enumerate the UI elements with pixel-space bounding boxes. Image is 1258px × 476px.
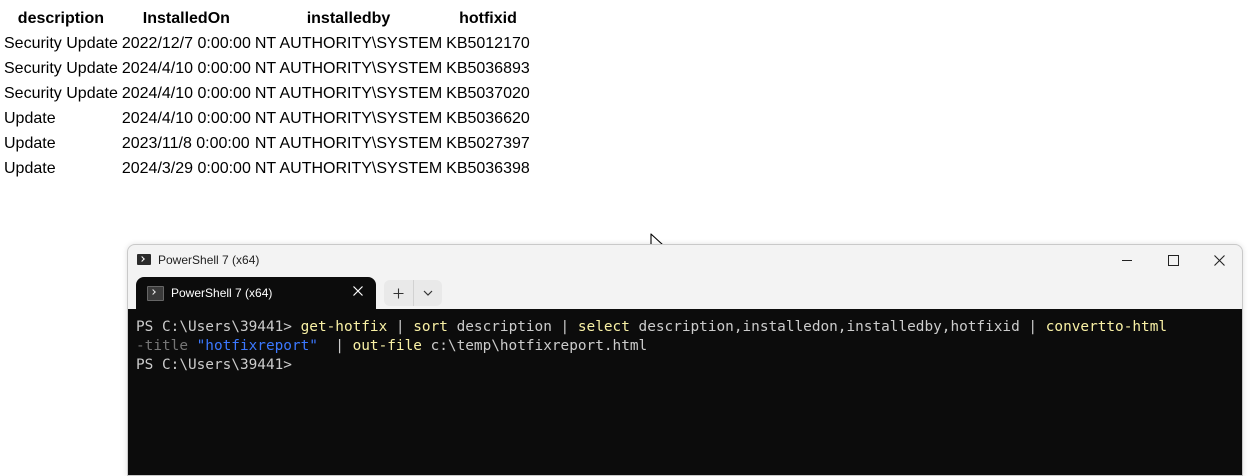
cell-description: Security Update <box>4 35 118 52</box>
tab-close-icon[interactable] <box>352 285 364 297</box>
table-row: Update 2023/11/8 0:00:00 NT AUTHORITY\SY… <box>2 131 532 156</box>
cell-installedon: 2024/4/10 0:00:00 <box>121 85 251 102</box>
maximize-button[interactable] <box>1150 245 1196 275</box>
powershell-icon <box>147 286 164 301</box>
chevron-down-icon <box>423 290 433 296</box>
cell-description: Security Update <box>4 85 118 102</box>
new-tab-button[interactable] <box>384 280 414 306</box>
close-window-button[interactable] <box>1196 245 1242 275</box>
cell-installedby: NT AUTHORITY\SYSTEM <box>254 85 443 102</box>
parameter-title: -title <box>136 338 188 354</box>
console-output[interactable]: PS C:\Users\39441> get-hotfix | sort des… <box>128 309 1242 475</box>
close-icon <box>1213 254 1225 266</box>
argument: description | <box>447 319 578 335</box>
cell-hotfixid: KB5027397 <box>446 135 530 152</box>
tab-powershell[interactable]: PowerShell 7 (x64) <box>136 277 376 309</box>
cell-installedby: NT AUTHORITY\SYSTEM <box>254 35 443 52</box>
table-row: Security Update 2024/4/10 0:00:00 NT AUT… <box>2 81 532 106</box>
title-bar[interactable]: PowerShell 7 (x64) <box>128 245 1242 277</box>
pipe: | <box>387 319 414 335</box>
plus-icon <box>393 288 404 298</box>
table-header-row: description InstalledOn installedby hotf… <box>2 6 532 31</box>
cell-installedby: NT AUTHORITY\SYSTEM <box>254 60 443 77</box>
powershell-icon <box>137 254 151 265</box>
cell-hotfixid: KB5036398 <box>446 160 530 177</box>
cell-installedon: 2022/12/7 0:00:00 <box>121 35 251 52</box>
new-tab-group <box>384 280 442 306</box>
pipe: | <box>317 338 353 354</box>
cell-installedby: NT AUTHORITY\SYSTEM <box>254 135 443 152</box>
string-argument: "hotfixreport" <box>187 338 318 354</box>
minimize-icon <box>1122 259 1132 261</box>
prompt: PS C:\Users\39441> <box>136 357 292 373</box>
tab-label: PowerShell 7 (x64) <box>171 286 273 300</box>
window-title: PowerShell 7 (x64) <box>158 253 260 267</box>
cell-hotfixid: KB5036620 <box>446 110 530 127</box>
table-row: Update 2024/4/10 0:00:00 NT AUTHORITY\SY… <box>2 106 532 131</box>
cell-installedon: 2024/4/10 0:00:00 <box>121 110 251 127</box>
cell-installedby: NT AUTHORITY\SYSTEM <box>254 110 443 127</box>
cmdlet-convertto-html: convertto-html <box>1045 319 1168 335</box>
cell-description: Security Update <box>4 60 118 77</box>
tab-strip: PowerShell 7 (x64) <box>128 277 1242 309</box>
prompt: PS C:\Users\39441> <box>136 319 301 335</box>
cmdlet-sort: sort <box>413 319 448 335</box>
cell-hotfixid: KB5012170 <box>446 35 530 52</box>
minimize-button[interactable] <box>1104 245 1150 275</box>
cell-description: Update <box>4 110 56 127</box>
cell-hotfixid: KB5036893 <box>446 60 530 77</box>
cell-hotfixid: KB5037020 <box>446 85 530 102</box>
hotfix-report-table: description InstalledOn installedby hotf… <box>2 6 532 181</box>
terminal-window: PowerShell 7 (x64) PowerShell 7 (x64) PS… <box>127 244 1243 476</box>
table-row: Security Update 2024/4/10 0:00:00 NT AUT… <box>2 56 532 81</box>
cmdlet-out-file: out-file <box>352 338 422 354</box>
maximize-icon <box>1167 254 1179 266</box>
column-header-description: description <box>17 10 105 27</box>
table-row: Security Update 2022/12/7 0:00:00 NT AUT… <box>2 31 532 56</box>
argument: description,installedon,installedby,hotf… <box>629 319 1046 335</box>
cmdlet-get-hotfix: get-hotfix <box>300 319 388 335</box>
cell-installedon: 2024/3/29 0:00:00 <box>121 160 251 177</box>
cell-installedon: 2023/11/8 0:00:00 <box>121 135 250 152</box>
cell-description: Update <box>4 160 56 177</box>
profile-dropdown-button[interactable] <box>414 280 443 306</box>
cell-installedby: NT AUTHORITY\SYSTEM <box>254 160 443 177</box>
column-header-installedon: InstalledOn <box>142 10 230 27</box>
table-row: Update 2024/3/29 0:00:00 NT AUTHORITY\SY… <box>2 156 532 181</box>
argument: c:\temp\hotfixreport.html <box>421 338 648 354</box>
cell-installedon: 2024/4/10 0:00:00 <box>121 60 251 77</box>
column-header-hotfixid: hotfixid <box>459 10 517 27</box>
cmdlet-select: select <box>577 319 630 335</box>
cell-description: Update <box>4 135 56 152</box>
column-header-installedby: installedby <box>306 10 391 27</box>
